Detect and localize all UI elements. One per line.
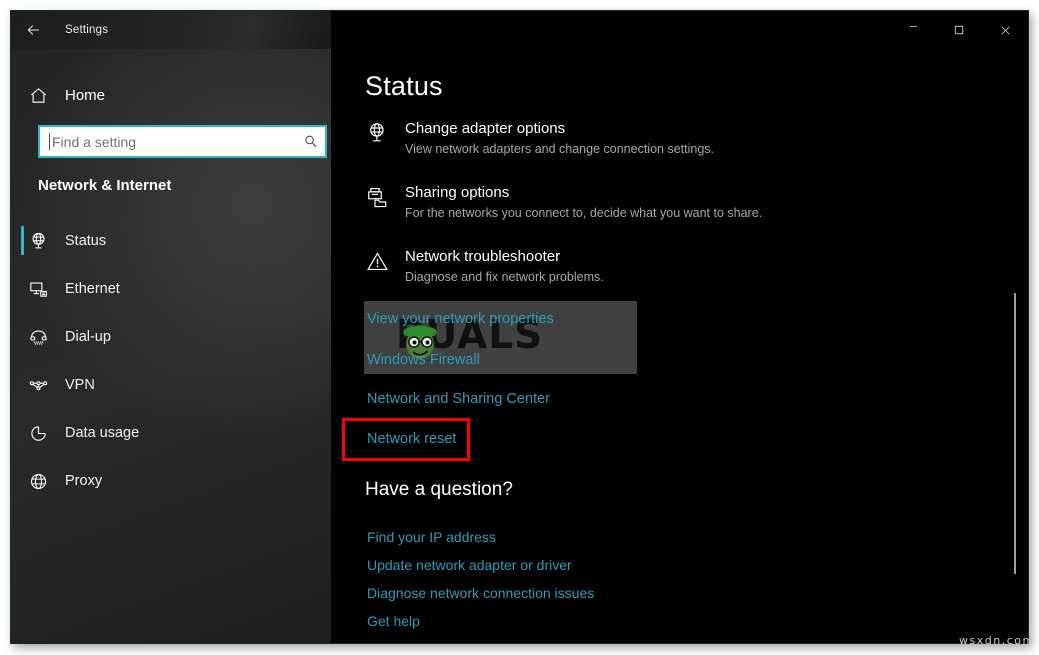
settings-window: Home Network & Internet xyxy=(10,10,1029,644)
sidebar: Home Network & Internet xyxy=(11,11,331,643)
maximize-button[interactable] xyxy=(936,11,982,49)
option-network-troubleshooter[interactable]: Network troubleshooter Diagnose and fix … xyxy=(365,247,985,286)
page-title: Status xyxy=(365,71,443,101)
link-view-network-properties[interactable]: View your network properties xyxy=(367,311,554,327)
option-title: Sharing options xyxy=(405,184,510,201)
scrollbar-track[interactable] xyxy=(1010,55,1020,637)
sidebar-item-vpn[interactable]: VPN xyxy=(11,361,331,409)
sidebar-item-dial-up[interactable]: Dial-up xyxy=(11,313,331,361)
sidebar-item-label: Status xyxy=(65,233,107,249)
sidebar-section-title: Network & Internet xyxy=(38,177,172,194)
window-controls xyxy=(890,11,1028,49)
option-sharing-options[interactable]: Sharing options For the networks you con… xyxy=(365,183,985,222)
search-icon[interactable] xyxy=(295,134,325,149)
link-network-reset[interactable]: Network reset xyxy=(367,431,456,447)
screenshot-canvas: Home Network & Internet xyxy=(0,0,1039,655)
ethernet-icon xyxy=(11,279,65,300)
sidebar-nav: Status Ethernet Dial-up VPN Data usage P… xyxy=(11,217,331,505)
scrollbar-thumb[interactable] xyxy=(1014,293,1016,574)
site-watermark: wsxdn.com xyxy=(959,634,1035,647)
option-change-adapter-options[interactable]: Change adapter options View network adap… xyxy=(365,119,985,158)
link-update-network-adapter-or-driver[interactable]: Update network adapter or driver xyxy=(367,557,572,573)
option-title: Change adapter options xyxy=(405,120,566,137)
sidebar-item-home[interactable]: Home xyxy=(11,75,331,115)
option-subtitle: View network adapters and change connect… xyxy=(405,142,714,157)
link-find-your-ip-address[interactable]: Find your IP address xyxy=(367,529,496,545)
proxy-globe-icon xyxy=(11,471,65,492)
link-diagnose-network-connection-issues[interactable]: Diagnose network connection issues xyxy=(367,585,594,601)
sidebar-item-status[interactable]: Status xyxy=(11,217,331,265)
sidebar-item-label: Dial-up xyxy=(65,329,111,345)
sidebar-item-label: Ethernet xyxy=(65,281,120,297)
title-bar-drag-area[interactable] xyxy=(331,11,890,49)
link-network-sharing-center[interactable]: Network and Sharing Center xyxy=(367,391,550,407)
selection-accent-bar xyxy=(21,226,24,255)
sidebar-item-label: VPN xyxy=(65,377,95,393)
title-bar-left: Settings xyxy=(11,11,331,49)
network-status-icon xyxy=(11,231,65,252)
close-button[interactable] xyxy=(982,11,1028,49)
sidebar-item-label: Home xyxy=(65,86,106,104)
link-windows-firewall[interactable]: Windows Firewall xyxy=(367,352,480,368)
dialup-icon xyxy=(11,327,65,348)
minimize-button[interactable] xyxy=(890,11,936,49)
sidebar-item-proxy[interactable]: Proxy xyxy=(11,457,331,505)
back-arrow-icon[interactable] xyxy=(11,11,55,49)
sidebar-item-ethernet[interactable]: Ethernet xyxy=(11,265,331,313)
search-box[interactable] xyxy=(38,125,327,158)
window-title: Settings xyxy=(65,24,109,36)
option-title: Network troubleshooter xyxy=(405,248,561,265)
data-usage-icon xyxy=(11,423,65,444)
sidebar-item-label: Proxy xyxy=(65,473,103,489)
home-icon xyxy=(11,86,65,105)
vpn-icon xyxy=(11,375,65,396)
search-input[interactable] xyxy=(50,133,295,150)
sharing-printer-icon xyxy=(365,183,405,222)
sidebar-item-data-usage[interactable]: Data usage xyxy=(11,409,331,457)
warning-triangle-icon xyxy=(365,247,405,286)
main-content: Status Change adapter options View netwo… xyxy=(331,11,1028,643)
option-subtitle: Diagnose and fix network problems. xyxy=(405,270,604,285)
network-adapter-icon xyxy=(365,119,405,158)
title-bar: Settings xyxy=(11,11,1028,49)
sidebar-item-label: Data usage xyxy=(65,425,140,441)
option-subtitle: For the networks you connect to, decide … xyxy=(405,206,763,221)
have-a-question-heading: Have a question? xyxy=(365,479,513,500)
link-get-help[interactable]: Get help xyxy=(367,613,420,629)
